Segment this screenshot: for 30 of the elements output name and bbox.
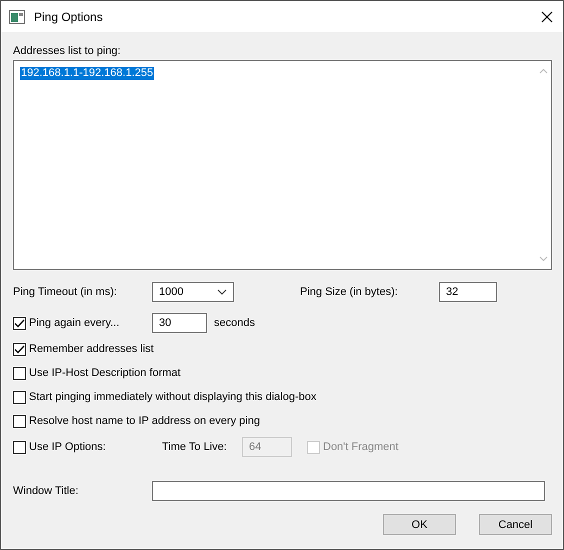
size-field[interactable]: 32 <box>439 282 497 302</box>
caret-icon <box>217 289 227 295</box>
checkbox[interactable] <box>13 414 26 428</box>
checkbox[interactable] <box>13 316 26 330</box>
close-icon[interactable] <box>541 10 553 22</box>
addresses-text: 192.168.1.1-192.168.1.255 <box>20 67 154 80</box>
window-title: Ping Options <box>34 10 104 24</box>
checkbox[interactable] <box>13 390 26 404</box>
ttl-label: Time To Live: <box>162 441 228 453</box>
seconds-label: seconds <box>214 317 255 329</box>
window-title-label: Window Title: <box>13 485 80 497</box>
checkbox[interactable] <box>13 366 26 380</box>
option-label: Start pinging immediately without displaying this dialog-box <box>29 391 316 403</box>
dialog-button[interactable]: Cancel <box>479 514 552 535</box>
option-label: Resolve host name to IP address on every ping <box>29 415 260 427</box>
option-label: Remember addresses list <box>29 343 154 355</box>
size-label: Ping Size (in bytes): <box>300 286 399 298</box>
addresses-field[interactable]: 192.168.1.1-192.168.1.255 <box>13 60 552 270</box>
dialog-button[interactable]: OK <box>383 514 456 535</box>
timeout-label: Ping Timeout (in ms): <box>13 286 118 298</box>
option-label: Use IP-Host Description format <box>29 367 181 379</box>
checkbox[interactable] <box>13 342 26 356</box>
repeat-label: Ping again every... <box>29 317 120 329</box>
app-icon <box>9 10 25 24</box>
addresses-label: Addresses list to ping: <box>13 45 122 58</box>
dont-fragment-label: Don't Fragment <box>323 441 398 453</box>
ip-options-label: Use IP Options: <box>29 441 106 453</box>
timeout-dropdown[interactable]: 1000 <box>152 282 234 302</box>
window-title-field[interactable] <box>152 481 545 501</box>
interval-field[interactable]: 30 <box>152 313 207 333</box>
